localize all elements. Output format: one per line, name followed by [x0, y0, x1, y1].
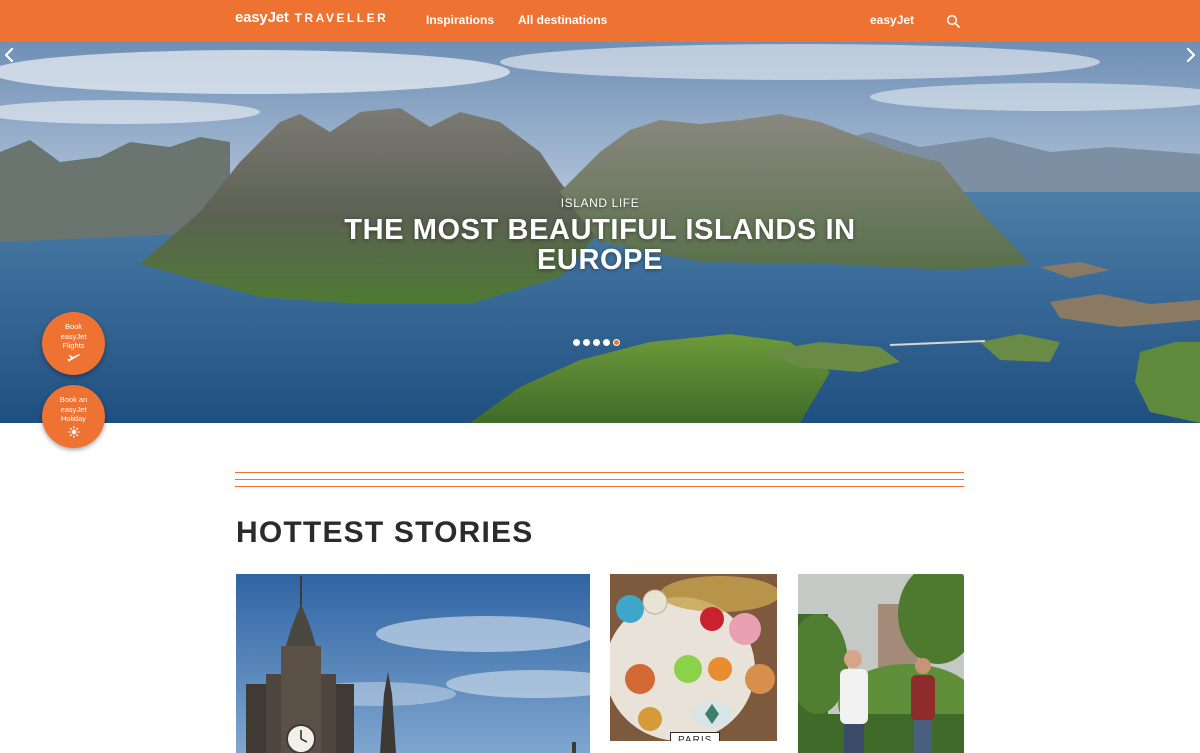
carousel-dot-1[interactable] [573, 339, 580, 346]
book-holiday-button[interactable]: Book an easyJet Holiday [42, 385, 105, 448]
book-flights-line1: Book [64, 322, 83, 331]
divider-line-2 [235, 479, 964, 480]
hero-title[interactable]: THE MOST BEAUTIFUL ISLANDS IN EUROPE [300, 215, 900, 275]
sun-icon [67, 425, 80, 438]
divider-line-3 [235, 486, 964, 487]
story-image-clock-tower [236, 574, 590, 753]
chevron-left-icon[interactable] [0, 42, 20, 68]
nav-easyjet-link[interactable]: easyJet [870, 13, 914, 27]
story-image-cocktails [610, 574, 777, 741]
story-card-3[interactable] [798, 574, 964, 753]
hero-carousel: ISLAND LIFE THE MOST BEAUTIFUL ISLANDS I… [0, 42, 1200, 423]
book-flights-button[interactable]: Book easyJet Flights [42, 312, 105, 375]
book-holiday-line1: Book an [59, 395, 88, 404]
carousel-dot-4[interactable] [603, 339, 610, 346]
search-icon[interactable] [946, 14, 960, 28]
book-holiday-line3: Holiday [60, 414, 86, 423]
section-title: HOTTEST STORIES [236, 516, 534, 549]
brand-logo[interactable]: easyJet TRAVELLER [235, 9, 388, 31]
plane-icon [67, 353, 80, 362]
story-image-garden [798, 574, 964, 753]
carousel-dot-5-active[interactable] [613, 339, 620, 346]
top-navbar: easyJet TRAVELLER Inspirations All desti… [0, 0, 1200, 42]
chevron-right-icon[interactable] [1180, 42, 1200, 68]
city-tag-paris[interactable]: PARIS [670, 732, 721, 741]
book-holiday-line2: easyJet [60, 404, 87, 414]
hero-kicker: ISLAND LIFE [560, 196, 640, 210]
nav-link-all-destinations[interactable]: All destinations [518, 13, 607, 27]
story-card-2[interactable]: PARIS [610, 574, 777, 741]
book-flights-line3: Flights [62, 341, 85, 350]
story-card-1[interactable] [236, 574, 590, 753]
brand-sub-text: TRAVELLER [294, 11, 389, 25]
book-flights-line2: easyJet [60, 331, 87, 341]
nav-link-inspirations[interactable]: Inspirations [426, 13, 494, 27]
divider-line-1 [235, 472, 964, 473]
carousel-dots [573, 339, 620, 346]
brand-logo-text: easyJet [235, 9, 289, 26]
carousel-dot-3[interactable] [593, 339, 600, 346]
carousel-dot-2[interactable] [583, 339, 590, 346]
